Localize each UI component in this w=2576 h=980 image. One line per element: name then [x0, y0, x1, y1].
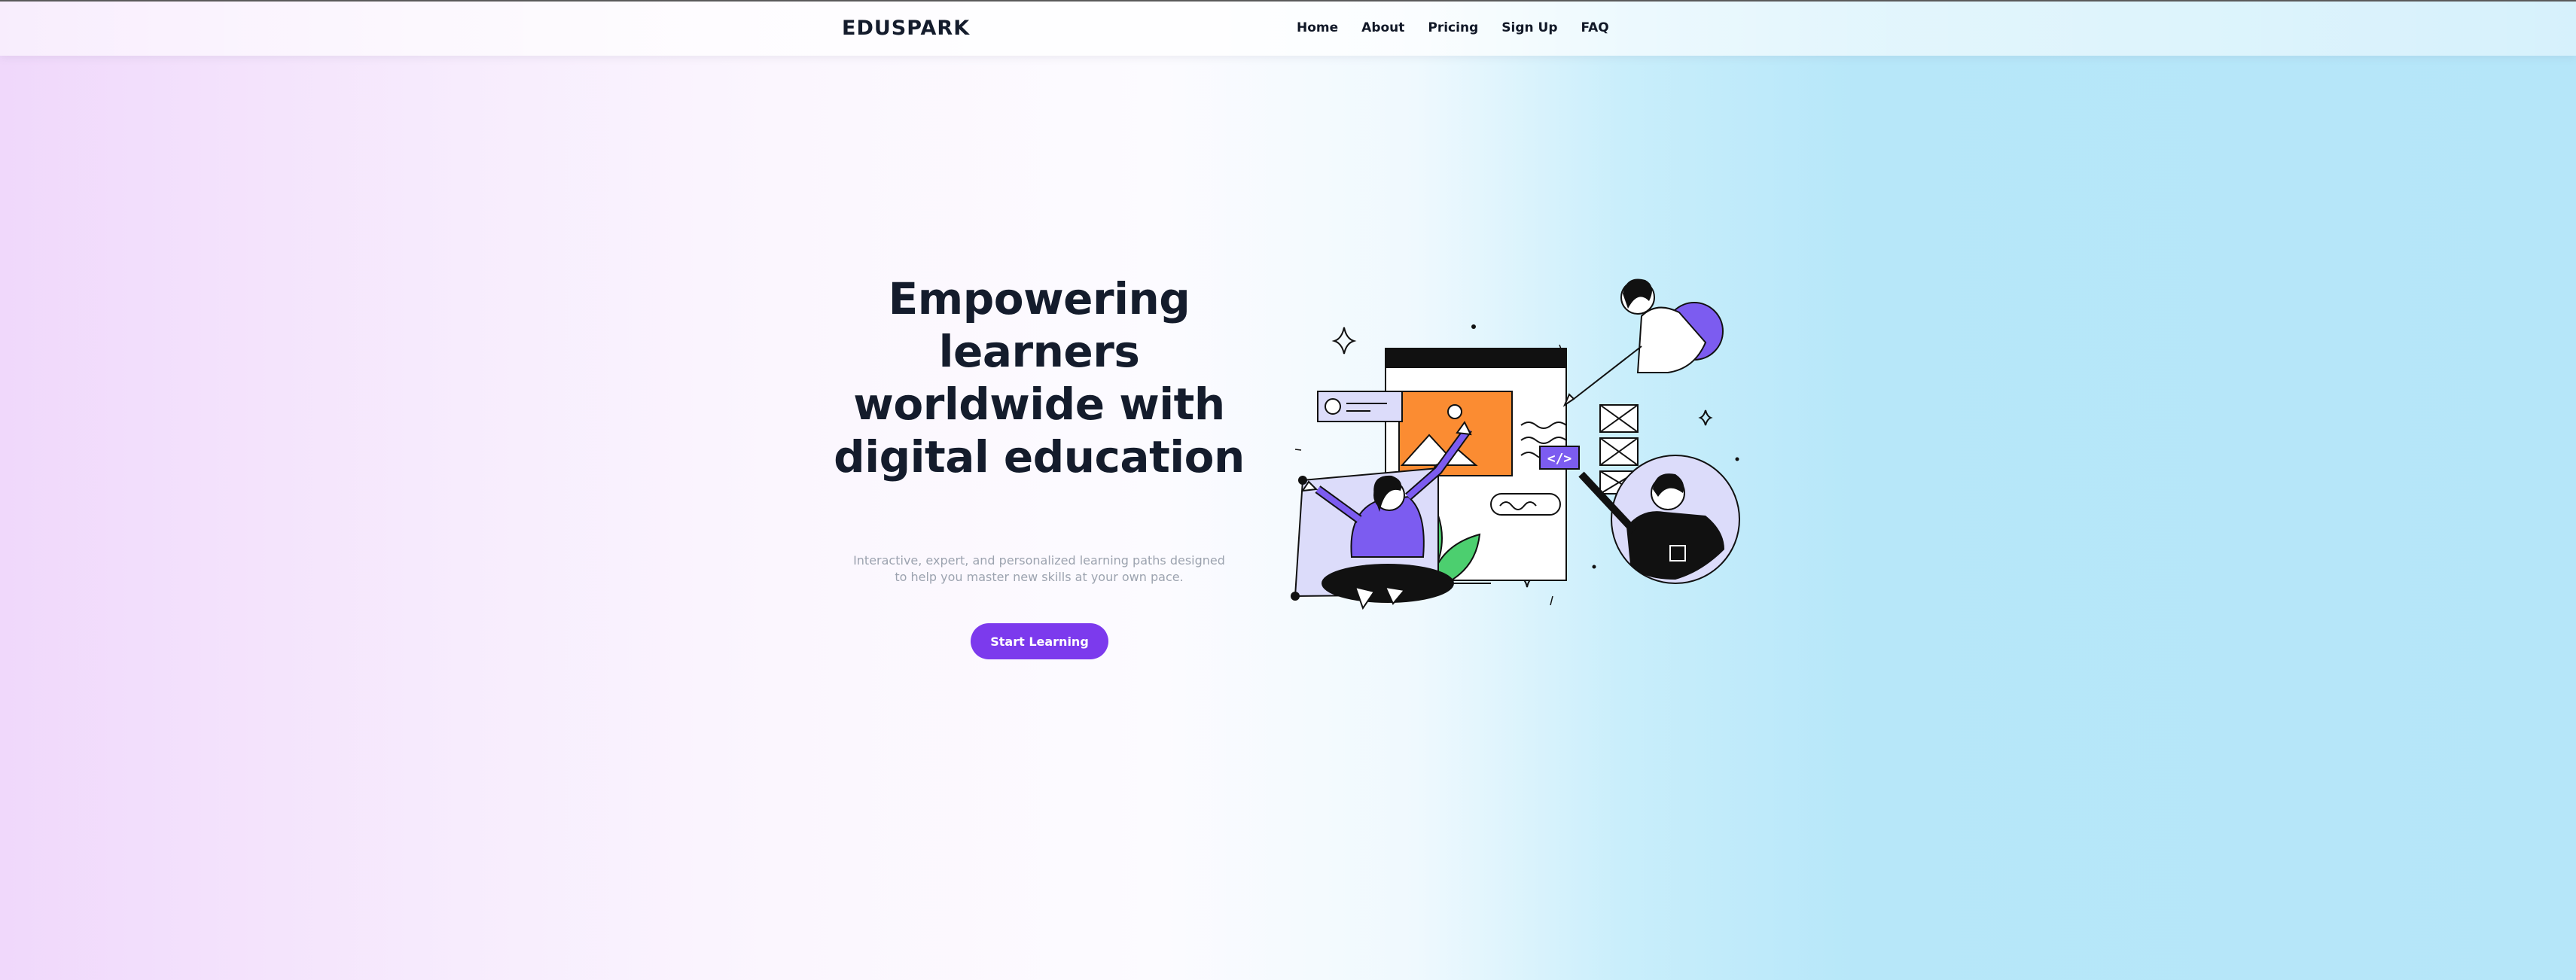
- nav-pricing-link[interactable]: Pricing: [1428, 20, 1478, 35]
- nav-home-link[interactable]: Home: [1297, 20, 1338, 35]
- nav-signup-link[interactable]: Sign Up: [1501, 20, 1557, 35]
- woman-figure-top: [1562, 278, 1724, 407]
- main-nav: Home About Pricing Sign Up FAQ: [1297, 20, 1632, 35]
- top-navbar: EDUSPARK Home About Pricing Sign Up FAQ: [0, 2, 2576, 56]
- hero-subtitle: Interactive, expert, and personalized le…: [853, 553, 1225, 584]
- nav-about-link[interactable]: About: [1361, 20, 1404, 35]
- online-learning-illustration: </>: [1291, 278, 1740, 610]
- profile-card: [1317, 391, 1403, 422]
- start-learning-button[interactable]: Start Learning: [971, 623, 1108, 659]
- hero-title: Empowering learners worldwide with digit…: [834, 273, 1245, 482]
- nav-faq-link[interactable]: FAQ: [1581, 20, 1608, 35]
- brand-logo[interactable]: EDUSPARK: [842, 17, 970, 40]
- code-tag-label: </>: [1547, 451, 1572, 467]
